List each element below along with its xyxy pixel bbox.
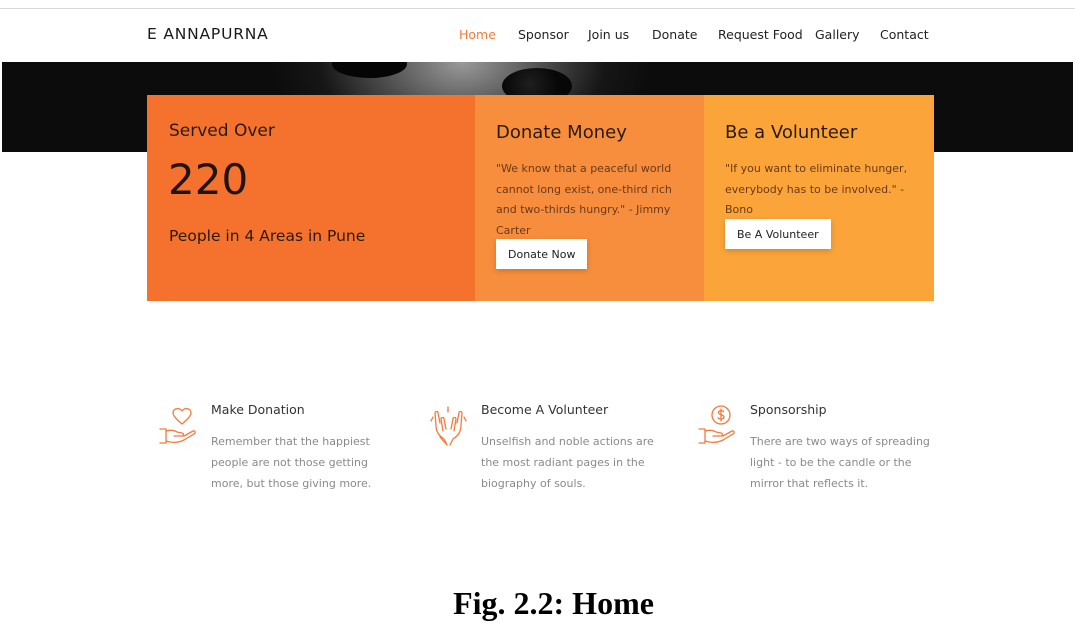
served-stats-card: Served Over 220 People in 4 Areas in Pun… [147, 95, 475, 301]
coin-hand-icon [698, 405, 735, 444]
nav-gallery[interactable]: Gallery [815, 27, 860, 42]
figure-caption: Fig. 2.2: Home [453, 585, 654, 621]
nav-sponsor[interactable]: Sponsor [518, 27, 569, 42]
feature-text: Remember that the happiest people are no… [211, 435, 372, 490]
feature-title: Make Donation [211, 402, 305, 417]
feature-text: Unselfish and noble actions are the most… [481, 435, 654, 490]
served-count: 220 [168, 155, 249, 204]
feature-text: There are two ways of spreading light - … [750, 435, 930, 490]
donate-now-button[interactable]: Donate Now [496, 239, 588, 269]
navbar: E ANNAPURNA Home Sponsor Join us Donate … [0, 9, 1075, 62]
volunteer-quote: "If you want to eliminate hunger, everyb… [725, 162, 908, 216]
brand-logo[interactable]: E ANNAPURNA [147, 25, 269, 43]
volunteer-title: Be a Volunteer [725, 122, 858, 143]
nav-join-us[interactable]: Join us [588, 27, 629, 42]
praying-hands-icon [430, 406, 467, 446]
donate-quote: "We know that a peaceful world cannot lo… [496, 162, 672, 237]
donate-title: Donate Money [496, 122, 627, 143]
served-subtext: People in 4 Areas in Pune [169, 227, 366, 245]
volunteer-card: Be a Volunteer "If you want to eliminate… [704, 95, 934, 301]
heart-hand-icon [159, 407, 196, 444]
nav-request-food[interactable]: Request Food [718, 27, 803, 42]
be-a-volunteer-button[interactable]: Be A Volunteer [725, 219, 831, 249]
feature-title: Become A Volunteer [481, 402, 609, 417]
served-heading: Served Over [169, 121, 275, 141]
nav-home[interactable]: Home [459, 27, 496, 42]
nav-donate[interactable]: Donate [652, 27, 697, 42]
feature-title: Sponsorship [750, 402, 827, 417]
nav-contact[interactable]: Contact [880, 27, 929, 42]
donate-money-card: Donate Money "We know that a peaceful wo… [475, 95, 704, 301]
